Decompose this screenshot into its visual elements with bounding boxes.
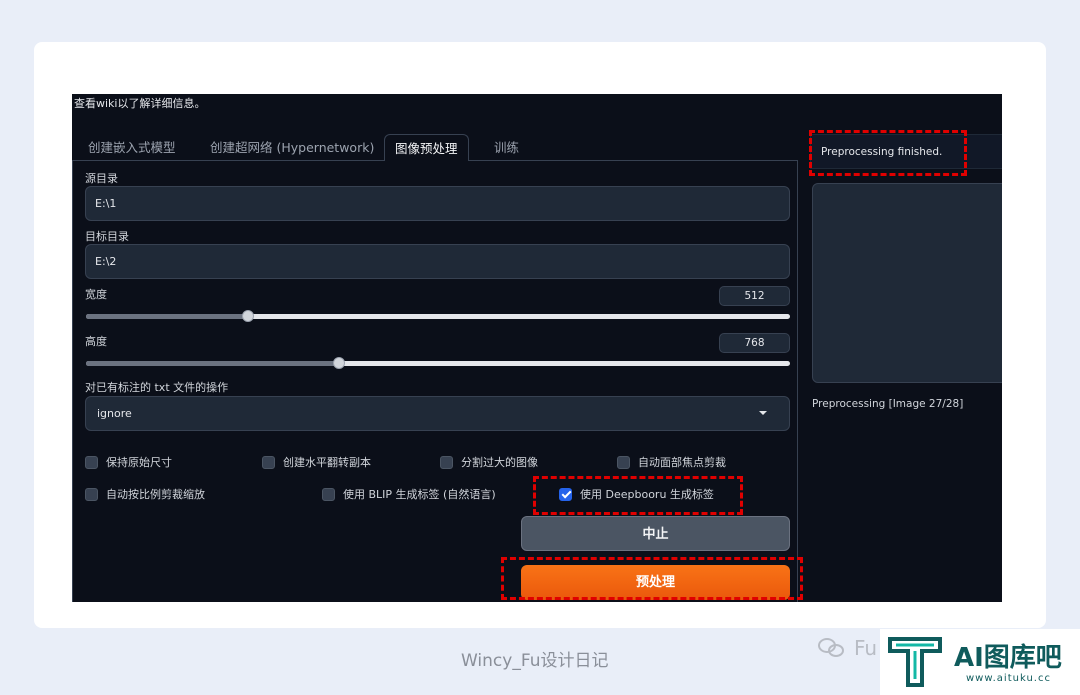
target-dir-label: 目标目录 [85, 230, 129, 243]
tab-train[interactable]: 训练 [484, 134, 529, 161]
output-image-area [812, 183, 1002, 383]
interrupt-button[interactable]: 中止 [521, 516, 790, 551]
aituku-logo-icon [888, 637, 942, 687]
highlight-output-message [809, 130, 967, 176]
existing-txt-value: ignore [97, 407, 132, 420]
width-slider-thumb[interactable] [241, 310, 254, 322]
height-number-input[interactable]: 768 [719, 333, 790, 353]
option-create-flipped-copies[interactable]: 创建水平翻转副本 [262, 454, 371, 470]
width-number-input[interactable]: 512 [719, 286, 790, 306]
checkbox[interactable] [617, 455, 630, 469]
checkbox[interactable] [440, 455, 453, 469]
tab-create-hypernetwork[interactable]: 创建超网络 (Hypernetwork) [200, 134, 384, 161]
wiki-hint: 查看wiki以了解详细信息。 [74, 97, 206, 110]
option-auto-sized-crop[interactable]: 自动按比例剪裁缩放 [85, 486, 205, 502]
tab-bar: 创建嵌入式模型 创建超网络 (Hypernetwork) 图像预处理 训练 [72, 134, 798, 162]
width-label: 宽度 [85, 288, 107, 301]
article-caption: Wincy_Fu设计日记 [461, 651, 609, 671]
option-blip-caption[interactable]: 使用 BLIP 生成标签 (自然语言) [322, 486, 496, 502]
target-dir-input[interactable]: E:\2 [85, 244, 790, 279]
height-slider-thumb[interactable] [333, 357, 346, 369]
wechat-icon [818, 636, 846, 660]
watermark-account: Fu [818, 636, 877, 660]
existing-txt-dropdown[interactable]: ignore [85, 396, 790, 431]
highlight-preprocess-button [501, 557, 803, 600]
preprocess-panel: 源目录 E:\1 目标目录 E:\2 宽度 512 高度 768 对已有标注的 … [72, 161, 798, 602]
height-label: 高度 [85, 335, 107, 348]
chevron-down-icon [759, 411, 767, 415]
option-auto-focal-crop[interactable]: 自动面部焦点剪裁 [617, 454, 726, 470]
progress-status: Preprocessing [Image 27/28] [812, 398, 964, 410]
checkbox[interactable] [262, 455, 275, 469]
tab-preprocess-images[interactable]: 图像预处理 [384, 134, 469, 162]
brand-url: www.aituku.cc [966, 673, 1051, 684]
option-split-oversized-images[interactable]: 分割过大的图像 [440, 454, 538, 470]
highlight-deepbooru-option [533, 476, 743, 515]
source-dir-input[interactable]: E:\1 [85, 186, 790, 221]
checkbox[interactable] [85, 487, 98, 501]
height-slider[interactable] [86, 357, 790, 369]
checkbox[interactable] [85, 455, 98, 469]
width-slider[interactable] [86, 310, 790, 322]
brand-logo: AI图库吧 www.aituku.cc [880, 629, 1080, 695]
tab-create-embedding[interactable]: 创建嵌入式模型 [78, 134, 186, 161]
existing-txt-label: 对已有标注的 txt 文件的操作 [85, 381, 229, 394]
brand-name: AI图库吧 [954, 643, 1062, 673]
source-dir-label: 源目录 [85, 172, 118, 185]
checkbox[interactable] [322, 487, 335, 501]
option-keep-original-size[interactable]: 保持原始尺寸 [85, 454, 172, 470]
